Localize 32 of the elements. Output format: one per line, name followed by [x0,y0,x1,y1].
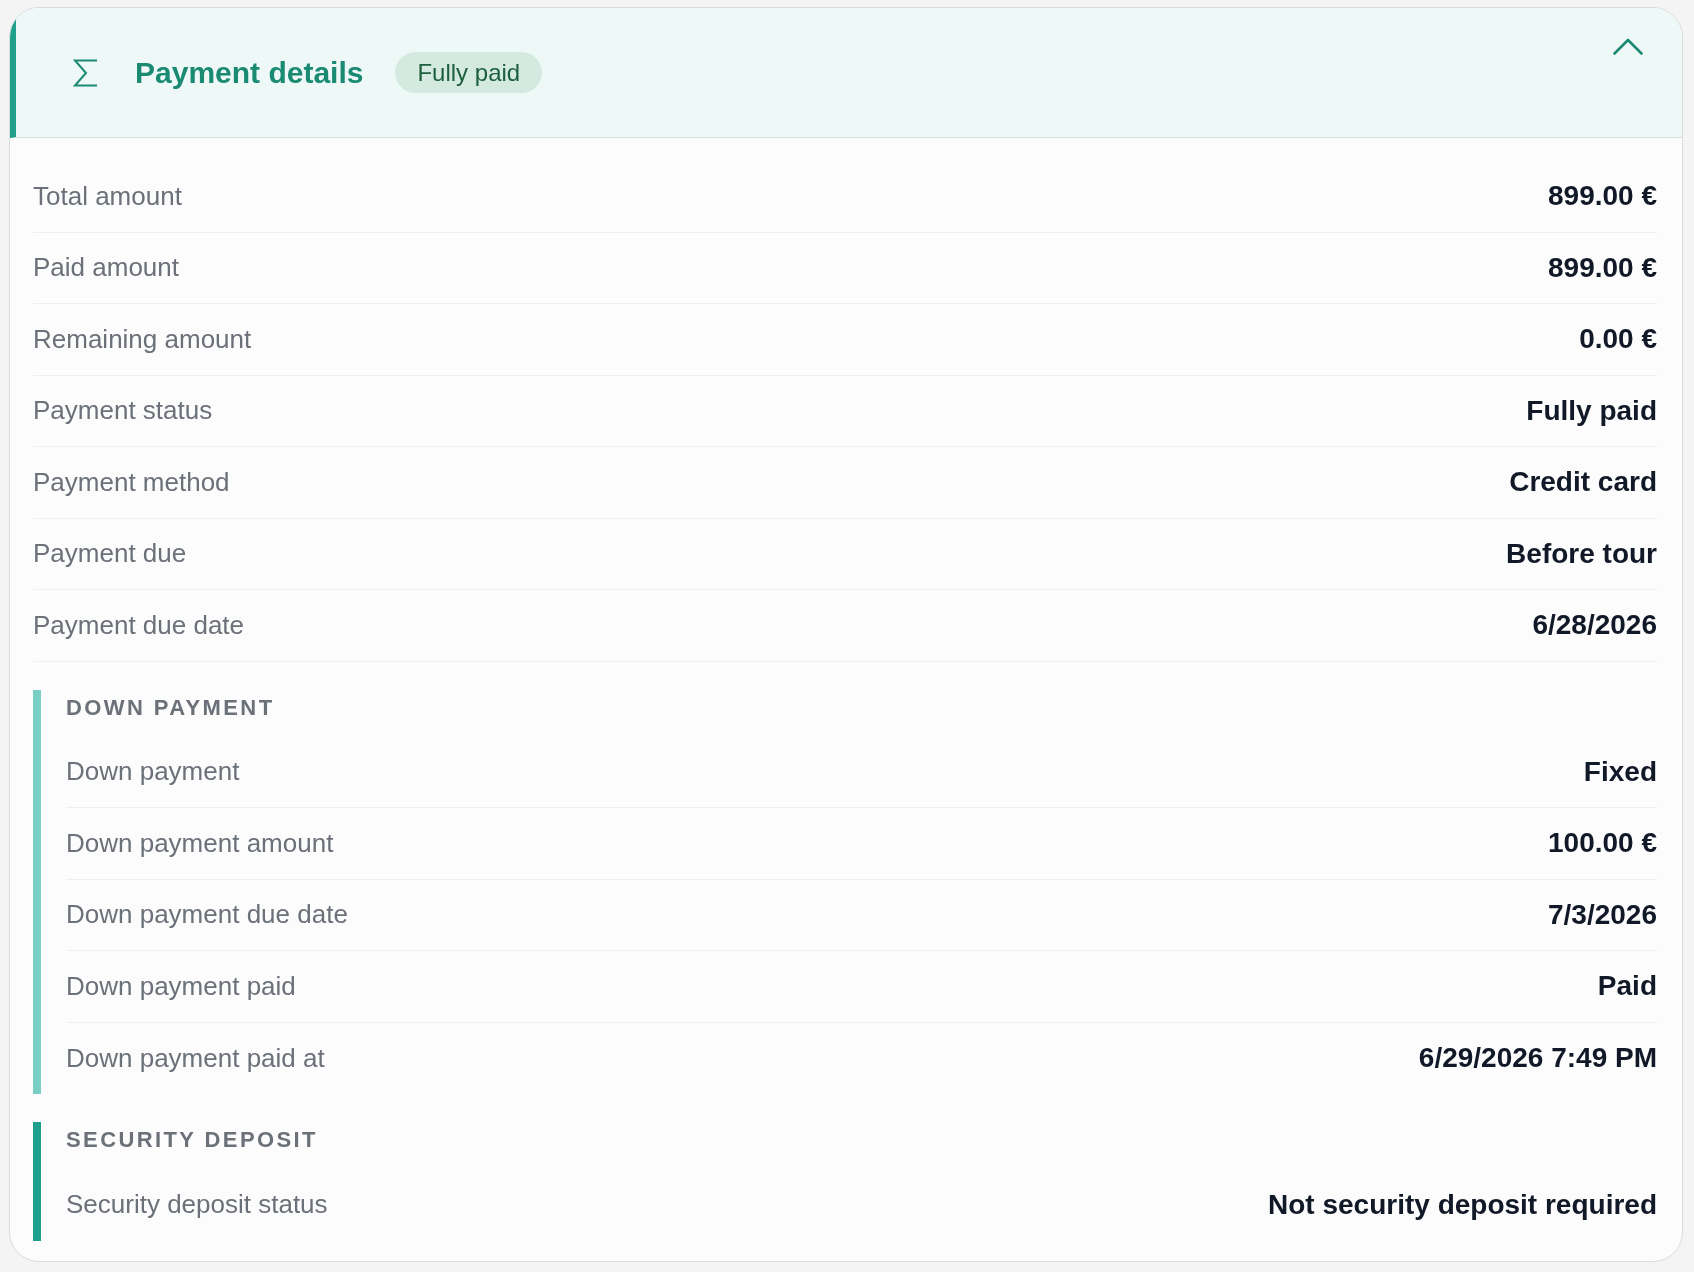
sigma-icon [73,58,99,87]
field-value: Before tour [1506,537,1657,570]
field-value: 100.00 € [1548,827,1657,860]
section-heading: SECURITY DEPOSIT [66,1126,319,1153]
field-value: 0.00 € [1579,323,1657,356]
field-value: 899.00 € [1548,251,1657,284]
field-value: 6/28/2026 [1532,609,1657,642]
field-label: Security deposit status [66,1189,328,1221]
field-label: Payment due [33,538,187,570]
field-label: Payment status [33,395,213,427]
field-value: 899.00 € [1548,180,1657,213]
field-value: Credit card [1509,466,1657,499]
chevron-up-icon[interactable] [1613,38,1643,55]
field-label: Total amount [33,180,182,212]
panel-title: Payment details [135,55,364,90]
status-badge: Fully paid [395,52,543,93]
field-label: Down payment paid at [66,1042,325,1074]
field-value: Not security deposit required [1268,1188,1657,1221]
field-value: Fully paid [1526,394,1657,427]
field-value: Paid [1597,970,1657,1003]
field-label: Payment method [33,466,230,498]
field-label: Down payment due date [66,899,348,931]
field-value: Fixed [1583,755,1657,788]
field-value: 6/29/2026 7:49 PM [1418,1042,1657,1075]
field-label: Payment due date [33,609,245,641]
field-label: Remaining amount [33,323,252,355]
field-label: Down payment amount [66,827,334,859]
field-label: Paid amount [33,252,179,284]
field-label: Down payment [66,756,240,788]
field-label: Down payment paid [66,970,296,1002]
section-heading: DOWN PAYMENT [66,693,276,721]
field-value: 7/3/2026 [1548,898,1657,931]
